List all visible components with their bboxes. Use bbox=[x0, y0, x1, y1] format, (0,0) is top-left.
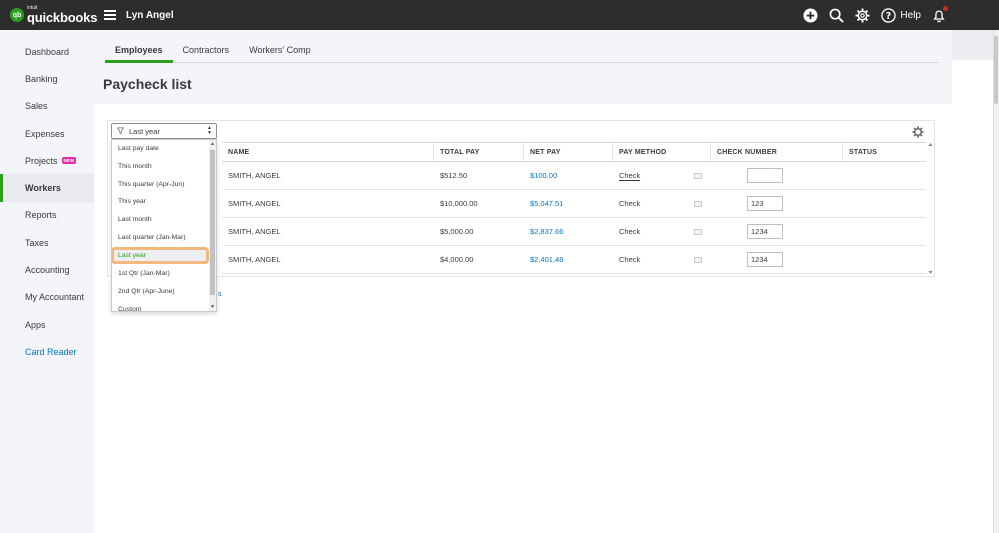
partial-link[interactable]: s bbox=[218, 291, 222, 298]
filter-icon bbox=[117, 127, 124, 135]
mail-icon[interactable] bbox=[694, 172, 702, 179]
date-filter-value: Last year bbox=[129, 126, 160, 136]
help-label[interactable]: Help bbox=[900, 10, 921, 21]
table-row[interactable]: SMITH, ANGEL $4,000.00 $2,401.46 Check 1… bbox=[222, 246, 926, 274]
page-title: Paycheck list bbox=[103, 76, 192, 92]
search-icon[interactable] bbox=[828, 7, 844, 23]
sidebar-item-card-reader[interactable]: Card Reader bbox=[0, 338, 94, 365]
select-arrows-icon: ▲ ▼ bbox=[207, 125, 212, 136]
qb-logo-icon: qb bbox=[10, 8, 24, 22]
sidebar-item-dashboard[interactable]: Dashboard bbox=[0, 38, 94, 65]
dropdown-option[interactable]: Last quarter (Jan-Mar) bbox=[112, 228, 216, 246]
company-name: Lyn Angel bbox=[126, 9, 174, 21]
tab-contractors[interactable]: Contractors bbox=[173, 41, 240, 62]
col-name[interactable]: NAME bbox=[222, 143, 434, 161]
tab-employees[interactable]: Employees bbox=[105, 41, 173, 63]
dropdown-option-selected[interactable]: Last year bbox=[112, 247, 209, 265]
tab-workers-comp[interactable]: Workers' Comp bbox=[239, 41, 321, 62]
mail-icon[interactable] bbox=[694, 200, 702, 207]
table-header: NAME TOTAL PAY NET PAY PAY METHOD CHECK … bbox=[222, 142, 926, 162]
col-net-pay[interactable]: NET PAY bbox=[524, 143, 613, 161]
plus-icon[interactable] bbox=[802, 7, 818, 23]
col-status[interactable]: STATUS bbox=[843, 143, 926, 161]
hamburger-menu-icon[interactable] bbox=[104, 10, 116, 20]
dropdown-option[interactable]: This year bbox=[112, 193, 216, 211]
page-scrollbar-thumb[interactable] bbox=[994, 36, 998, 104]
sidebar-item-apps[interactable]: Apps bbox=[0, 311, 94, 338]
sidebar-item-reports[interactable]: Reports bbox=[0, 202, 94, 229]
sidebar-item-banking[interactable]: Banking bbox=[0, 65, 94, 92]
dropdown-scrollbar-thumb[interactable] bbox=[210, 150, 215, 295]
check-number-input[interactable]: 123 bbox=[747, 196, 783, 211]
date-filter-dropdown[interactable]: Last pay date This month This quarter (A… bbox=[111, 139, 217, 312]
date-filter-select[interactable]: Last year ▲ ▼ bbox=[111, 123, 217, 139]
dropdown-option[interactable]: This month bbox=[112, 158, 216, 176]
svg-text:?: ? bbox=[886, 10, 891, 21]
workers-tabs: Employees Contractors Workers' Comp bbox=[105, 41, 939, 63]
mail-icon[interactable] bbox=[694, 228, 702, 235]
brand-label: quickbooks bbox=[27, 10, 98, 25]
net-pay-link[interactable]: $100.00 bbox=[524, 162, 613, 189]
table-row[interactable]: SMITH, ANGEL $5,000.00 $2,837.66 Check 1… bbox=[222, 218, 926, 246]
dropdown-option[interactable]: Custom bbox=[112, 301, 216, 311]
dropdown-option[interactable]: This quarter (Apr-Jun) bbox=[112, 175, 216, 193]
quickbooks-logo[interactable]: qb intuit quickbooks bbox=[10, 6, 98, 24]
sidebar-item-sales[interactable]: Sales bbox=[0, 93, 94, 120]
scroll-down-icon[interactable]: ▼ bbox=[210, 304, 215, 310]
scroll-up-icon[interactable]: ▲ bbox=[210, 141, 215, 147]
top-bar: qb intuit quickbooks Lyn Angel ? Help bbox=[0, 0, 999, 30]
table-settings-gear-icon[interactable] bbox=[912, 126, 926, 140]
net-pay-link[interactable]: $2,401.46 bbox=[524, 246, 613, 273]
sidebar-item-expenses[interactable]: Expenses bbox=[0, 120, 94, 147]
page-scrollbar[interactable] bbox=[993, 30, 999, 533]
new-badge: NEW bbox=[61, 157, 77, 165]
dropdown-option[interactable]: 1st Qtr (Jan-Mar) bbox=[112, 265, 216, 283]
dropdown-option[interactable]: Last month bbox=[112, 211, 216, 229]
notification-dot bbox=[943, 6, 948, 11]
sidebar-item-workers[interactable]: Workers bbox=[0, 174, 94, 203]
mail-icon[interactable] bbox=[694, 256, 702, 263]
sidebar-item-my-accountant[interactable]: My Accountant bbox=[0, 284, 94, 311]
check-number-input[interactable]: 1234 bbox=[747, 224, 783, 239]
table-row[interactable]: SMITH, ANGEL $512.50 $100.00 Check bbox=[222, 162, 926, 190]
dropdown-option[interactable]: Last pay date bbox=[112, 140, 216, 158]
col-total-pay[interactable]: TOTAL PAY bbox=[434, 143, 524, 161]
net-pay-link[interactable]: $2,837.66 bbox=[524, 218, 613, 245]
col-check-number[interactable]: CHECK NUMBER bbox=[711, 143, 843, 161]
pay-method-link[interactable]: Check bbox=[619, 171, 641, 181]
sidebar-item-projects[interactable]: Projects NEW bbox=[0, 147, 94, 174]
table-scrollbar[interactable] bbox=[928, 142, 933, 275]
col-pay-method[interactable]: PAY METHOD bbox=[613, 143, 711, 161]
net-pay-link[interactable]: $5,047.51 bbox=[524, 190, 613, 217]
brand-small-label: intuit bbox=[27, 5, 38, 11]
check-number-input[interactable] bbox=[747, 168, 783, 183]
sidebar: Dashboard Banking Sales Expenses Project… bbox=[0, 30, 94, 533]
sidebar-item-taxes[interactable]: Taxes bbox=[0, 229, 94, 256]
bell-icon[interactable] bbox=[931, 6, 948, 23]
gear-icon[interactable] bbox=[854, 7, 870, 23]
sidebar-item-accounting[interactable]: Accounting bbox=[0, 256, 94, 283]
paycheck-table: NAME TOTAL PAY NET PAY PAY METHOD CHECK … bbox=[222, 142, 926, 274]
help-icon[interactable]: ? bbox=[880, 7, 896, 23]
dropdown-option[interactable]: 2nd Qtr (Apr-June) bbox=[112, 283, 216, 301]
table-row[interactable]: SMITH, ANGEL $10,000.00 $5,047.51 Check … bbox=[222, 190, 926, 218]
main-content: Employees Contractors Workers' Comp Payc… bbox=[94, 30, 952, 533]
check-number-input[interactable]: 1234 bbox=[747, 252, 783, 267]
